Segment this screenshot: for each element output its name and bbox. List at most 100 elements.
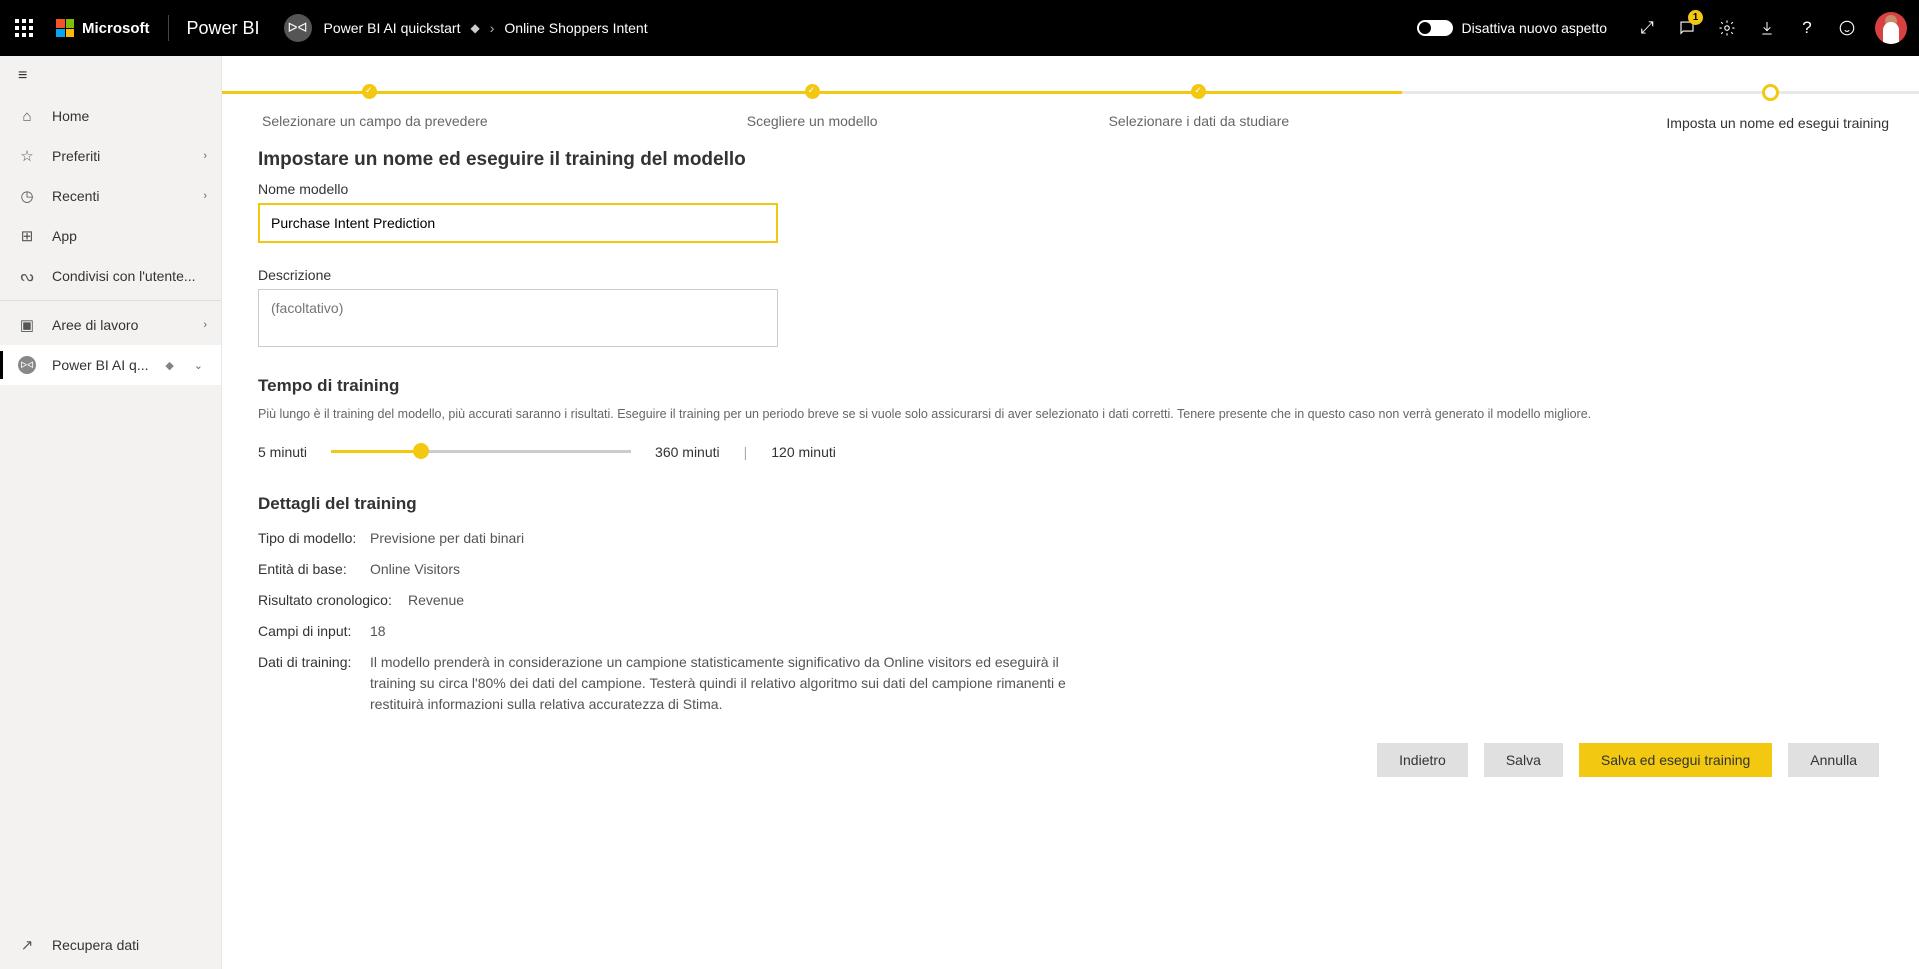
slider-fill: [331, 450, 421, 453]
help-button[interactable]: ?: [1787, 0, 1827, 56]
breadcrumb-workspace[interactable]: Power BI AI quickstart: [324, 20, 461, 36]
slider-value-label: 120 minuti: [771, 444, 836, 460]
download-button[interactable]: [1747, 0, 1787, 56]
detail-row-base-entity: Entità di base: Online Visitors: [258, 559, 1883, 580]
user-avatar[interactable]: [1875, 12, 1907, 44]
sidebar-item-home[interactable]: ⌂ Home: [0, 96, 221, 136]
step-label: Selezionare i dati da studiare: [1006, 113, 1393, 129]
detail-row-input-fields: Campi di input: 18: [258, 621, 1883, 642]
app-launcher-button[interactable]: [0, 0, 48, 56]
premium-diamond-icon: ◆: [165, 359, 173, 372]
hamburger-icon: ≡: [18, 67, 27, 85]
notifications-button[interactable]: 1: [1667, 0, 1707, 56]
cancel-button[interactable]: Annulla: [1788, 743, 1879, 777]
microsoft-logo: Microsoft: [56, 19, 150, 37]
chevron-right-icon: ›: [203, 319, 207, 331]
wizard-button-row: Indietro Salva Salva ed esegui training …: [258, 743, 1883, 777]
sidebar-item-workspaces[interactable]: ▣ Aree di lavoro ›: [0, 305, 221, 345]
step-label: Imposta un nome ed esegui training: [1392, 115, 1889, 131]
product-name[interactable]: Power BI: [187, 18, 260, 39]
wizard-step-3[interactable]: Selezionare i dati da studiare: [1006, 84, 1393, 131]
sidebar-item-label: Preferiti: [52, 148, 100, 164]
waffle-icon: [15, 19, 33, 37]
training-time-heading: Tempo di training: [258, 376, 1883, 396]
sidebar-separator: [0, 300, 221, 301]
save-button[interactable]: Salva: [1484, 743, 1563, 777]
back-button[interactable]: Indietro: [1377, 743, 1468, 777]
home-icon: ⌂: [18, 108, 36, 125]
settings-button[interactable]: [1707, 0, 1747, 56]
sidebar-get-data[interactable]: ↗ Recupera dati: [0, 921, 221, 969]
notification-badge: 1: [1688, 10, 1703, 25]
sidebar-item-label: Recenti: [52, 188, 99, 204]
global-header: Microsoft Power BI ᐅᐊ Power BI AI quicks…: [0, 0, 1919, 56]
sidebar-item-favorites[interactable]: ☆ Preferiti ›: [0, 136, 221, 176]
detail-label: Risultato cronologico:: [258, 590, 408, 611]
sidebar-item-label: App: [52, 228, 77, 244]
training-time-help: Più lungo è il training del modello, più…: [258, 406, 1883, 424]
get-data-icon: ↗: [18, 936, 36, 954]
sidebar-item-recent[interactable]: ◷ Recenti ›: [0, 176, 221, 216]
wizard-step-1[interactable]: Selezionare un campo da prevedere: [222, 84, 619, 131]
sidebar-item-label: Home: [52, 108, 89, 124]
chevron-right-icon: ›: [203, 190, 207, 202]
detail-row-training-data: Dati di training: Il modello prenderà in…: [258, 652, 1883, 715]
training-time-slider[interactable]: [331, 450, 631, 453]
model-name-input[interactable]: [258, 203, 778, 243]
step-dot-complete-icon: [1191, 84, 1206, 99]
sidebar-footer-label: Recupera dati: [52, 937, 139, 953]
sidebar-item-active-workspace[interactable]: ᐅᐊ Power BI AI q... ◆ ⌄: [0, 345, 221, 385]
detail-value: 18: [370, 621, 386, 642]
sidebar-item-shared[interactable]: ᔓ Condivisi con l'utente...: [0, 256, 221, 296]
step-label: Selezionare un campo da prevedere: [262, 113, 619, 129]
sidebar-item-apps[interactable]: ⊞ App: [0, 216, 221, 256]
new-look-toggle-label: Disattiva nuovo aspetto: [1461, 20, 1607, 36]
wizard-step-4[interactable]: Imposta un nome ed esegui training: [1392, 84, 1919, 131]
detail-row-historical-outcome: Risultato cronologico: Revenue: [258, 590, 1883, 611]
step-dot-complete-icon: [362, 84, 377, 99]
apps-icon: ⊞: [18, 227, 36, 245]
detail-value: Online Visitors: [370, 559, 460, 580]
workspace-chip-icon: ᐅᐊ: [284, 14, 312, 42]
description-label: Descrizione: [258, 267, 1883, 283]
smiley-icon: [1838, 19, 1856, 37]
detail-label: Tipo di modello:: [258, 528, 370, 549]
detail-value: Revenue: [408, 590, 464, 611]
slider-separator: |: [744, 444, 748, 460]
description-input[interactable]: [258, 289, 778, 347]
slider-thumb[interactable]: [413, 443, 429, 459]
new-look-toggle[interactable]: [1417, 20, 1453, 36]
wizard-step-2[interactable]: Scegliere un modello: [619, 84, 1006, 131]
slider-max-label: 360 minuti: [655, 444, 720, 460]
nav-sidebar: ≡ ⌂ Home ☆ Preferiti › ◷ Recenti › ⊞ App…: [0, 56, 222, 969]
sidebar-item-label: Aree di lavoro: [52, 317, 138, 333]
detail-value: Il modello prenderà in considerazione un…: [370, 652, 1090, 715]
breadcrumb-current[interactable]: Online Shoppers Intent: [504, 20, 647, 36]
download-icon: [1759, 20, 1775, 36]
step-dot-complete-icon: [805, 84, 820, 99]
save-and-train-button[interactable]: Salva ed esegui training: [1579, 743, 1772, 777]
sidebar-item-label: Power BI AI q...: [52, 357, 149, 373]
page-title: Impostare un nome ed eseguire il trainin…: [258, 149, 1883, 171]
training-details-heading: Dettagli del training: [258, 494, 1883, 514]
workspace-icon: ᐅᐊ: [18, 356, 36, 374]
premium-diamond-icon: ◆: [470, 21, 479, 35]
star-icon: ☆: [18, 147, 36, 165]
detail-label: Campi di input:: [258, 621, 370, 642]
chevron-down-icon: ⌄: [194, 359, 203, 372]
breadcrumb-separator: ›: [490, 20, 495, 36]
detail-value: Previsione per dati binari: [370, 528, 524, 549]
sidebar-item-label: Condivisi con l'utente...: [52, 268, 196, 284]
detail-row-model-type: Tipo di modello: Previsione per dati bin…: [258, 528, 1883, 549]
breadcrumb: Power BI AI quickstart ◆ › Online Shoppe…: [324, 20, 648, 36]
detail-label: Entità di base:: [258, 559, 370, 580]
sidebar-collapse-button[interactable]: ≡: [0, 56, 221, 96]
clock-icon: ◷: [18, 187, 36, 205]
fullscreen-button[interactable]: ⤢: [1627, 0, 1667, 56]
microsoft-label: Microsoft: [82, 20, 150, 37]
workspaces-icon: ▣: [18, 316, 36, 334]
main-content: Selezionare un campo da prevedere Scegli…: [222, 56, 1919, 969]
wizard-stepper: Selezionare un campo da prevedere Scegli…: [222, 84, 1919, 131]
chevron-right-icon: ›: [203, 150, 207, 162]
feedback-button[interactable]: [1827, 0, 1867, 56]
